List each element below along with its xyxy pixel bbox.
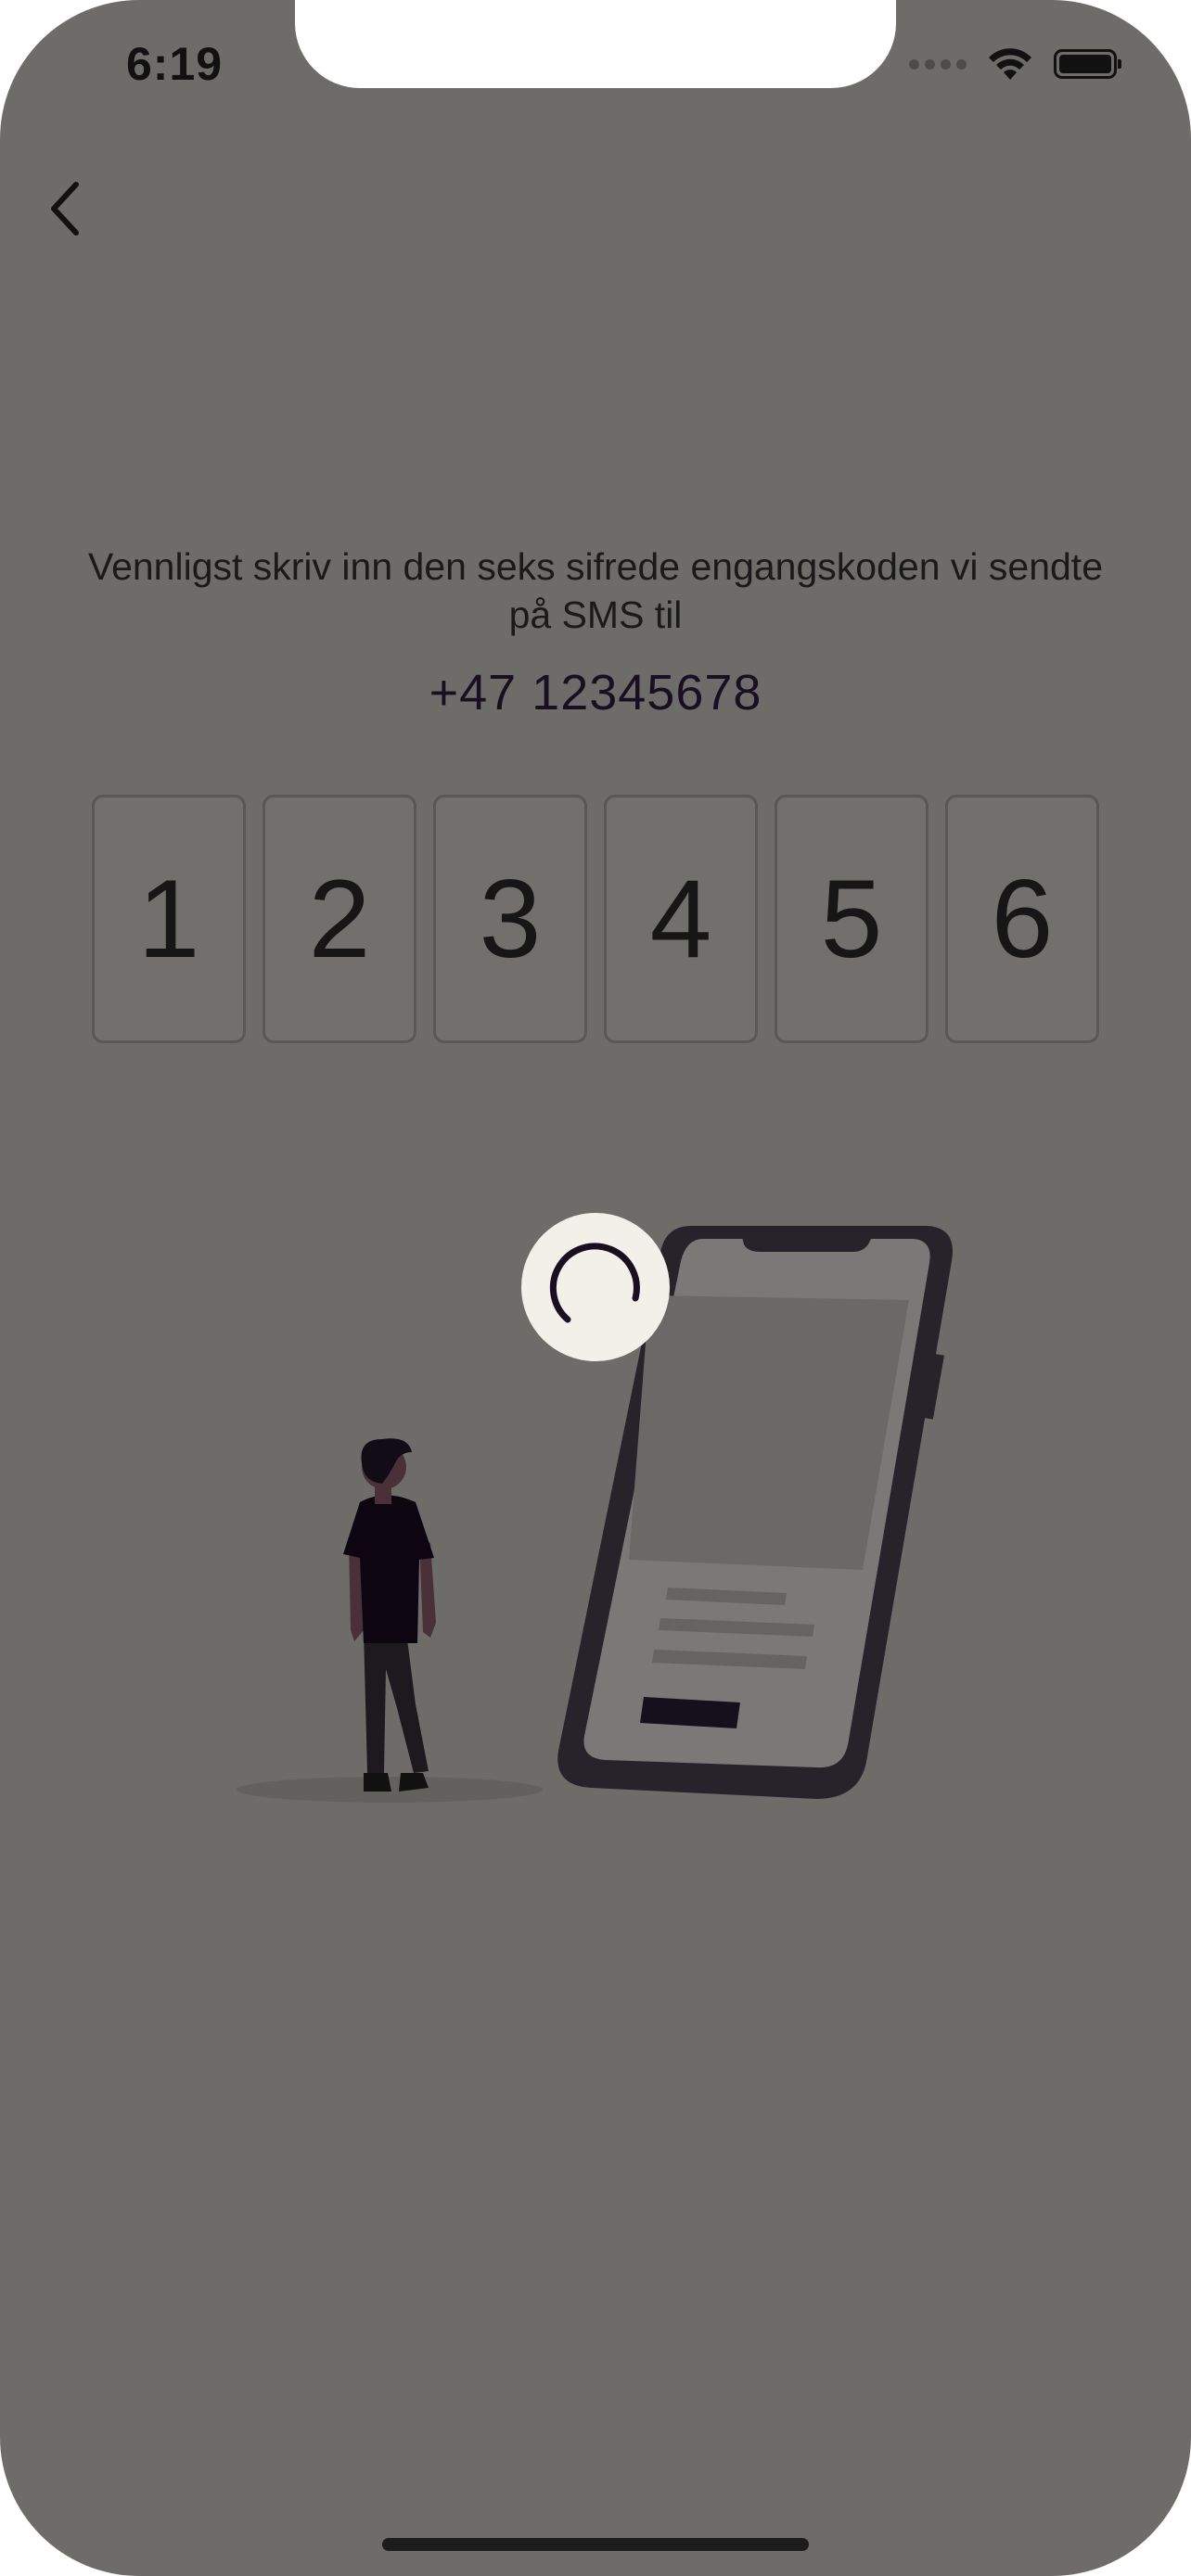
otp-digit-5[interactable]: 5 xyxy=(775,795,928,1043)
person-illustration xyxy=(343,1438,436,1792)
screen: 6:19 Vennligst skriv inn den seks sifred… xyxy=(0,0,1191,2576)
otp-digit-3[interactable]: 3 xyxy=(433,795,587,1043)
phone-number: +47 12345678 xyxy=(429,665,762,721)
instruction-text: Vennligst skriv inn den seks sifrede eng… xyxy=(87,545,1103,636)
otp-digit-4[interactable]: 4 xyxy=(604,795,758,1043)
loading-spinner-icon xyxy=(549,1243,640,1323)
battery-icon xyxy=(1054,49,1121,79)
otp-digit-2[interactable]: 2 xyxy=(263,795,416,1043)
chevron-left-icon xyxy=(51,182,79,236)
back-button[interactable] xyxy=(28,167,102,250)
otp-digit-1[interactable]: 1 xyxy=(92,795,246,1043)
device-notch xyxy=(295,0,896,88)
loading-indicator xyxy=(521,1213,670,1361)
otp-code-row: 1 2 3 4 5 6 xyxy=(92,795,1099,1043)
status-icons xyxy=(909,46,1121,82)
wifi-icon xyxy=(989,48,1031,80)
signal-icon xyxy=(909,58,967,70)
otp-digit-6[interactable]: 6 xyxy=(945,795,1099,1043)
status-time: 6:19 xyxy=(126,38,224,90)
home-indicator[interactable] xyxy=(382,2538,809,2551)
